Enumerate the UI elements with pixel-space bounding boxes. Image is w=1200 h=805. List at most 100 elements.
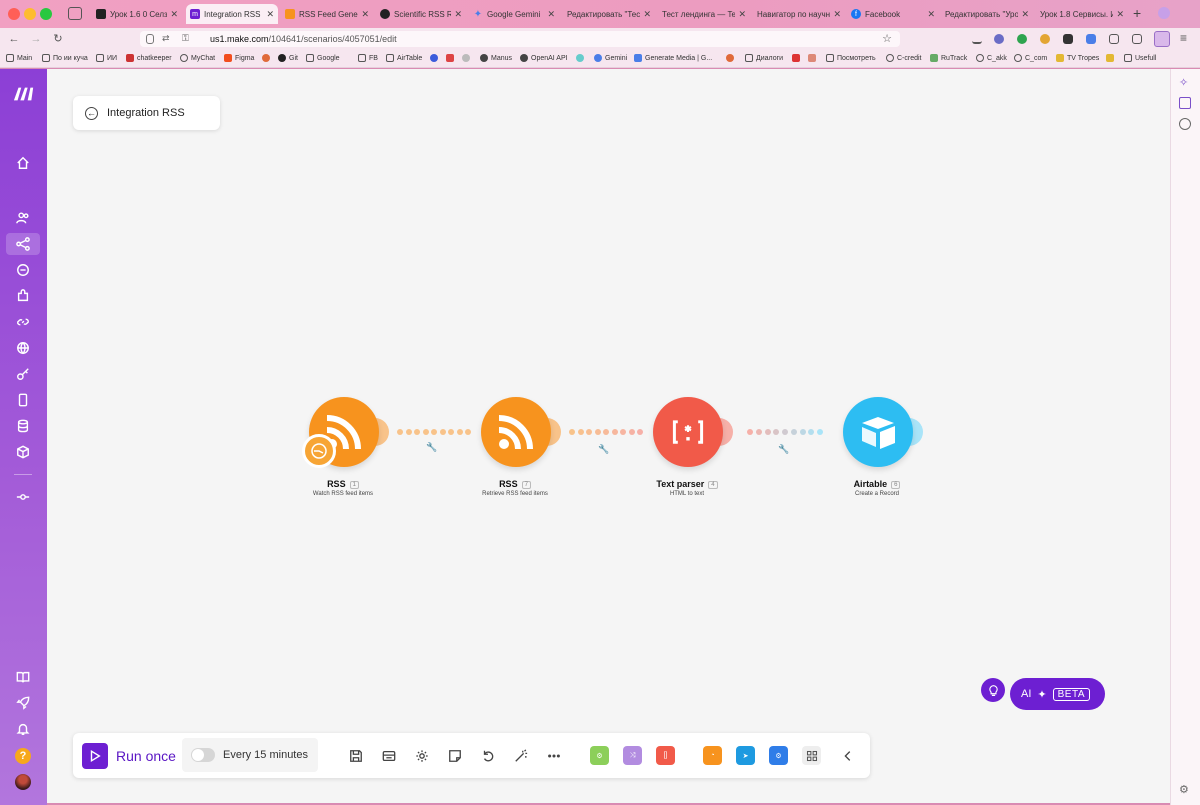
new-tab-button[interactable]: + xyxy=(1133,5,1141,21)
menu-icon[interactable]: ≡ xyxy=(1180,31,1187,45)
rss-module-icon[interactable]: ◔ xyxy=(703,746,722,765)
bookmark-star-icon[interactable]: ☆ xyxy=(882,32,892,45)
data-stores-icon[interactable] xyxy=(12,415,34,437)
bookmark-item[interactable]: Main xyxy=(6,54,32,62)
more-modules-grid-icon[interactable] xyxy=(802,746,821,765)
git-commit-icon[interactable] xyxy=(12,486,34,508)
browser-tab-5[interactable]: Редактировать "Тест ✕ xyxy=(563,4,655,24)
rss-icon[interactable] xyxy=(481,397,551,467)
forward-arrow-icon[interactable]: → xyxy=(28,31,44,47)
more-options-icon[interactable] xyxy=(545,747,562,764)
bookmark-item[interactable]: Generate Media | G... xyxy=(634,54,712,62)
reader-icon[interactable] xyxy=(1132,34,1142,44)
bookmark-item[interactable]: MyChat xyxy=(180,54,215,62)
browser-tab-2[interactable]: RSS Feed Generat✕ xyxy=(281,4,373,24)
close-tab-icon[interactable]: ✕ xyxy=(454,9,462,20)
browser-tab-4[interactable]: ✦ Google Gemini ✕ xyxy=(469,4,559,24)
minimize-window-button[interactable] xyxy=(24,8,36,20)
browser-tab-7[interactable]: Навигатор по научны ✕ xyxy=(753,4,845,24)
key-icon[interactable]: ⚿ xyxy=(182,33,189,44)
bookmarks-panel-icon[interactable] xyxy=(1179,97,1191,109)
save-icon[interactable] xyxy=(347,747,364,764)
bookmark-item[interactable]: OpenAI API xyxy=(520,54,568,62)
tips-lightbulb-button[interactable] xyxy=(981,678,1005,702)
gear-icon[interactable] xyxy=(413,747,430,764)
flow-control-module-icon[interactable]: ⤨ xyxy=(623,746,642,765)
keys-icon[interactable] xyxy=(12,363,34,385)
bookmark-item[interactable]: FB xyxy=(358,54,378,62)
avatar[interactable] xyxy=(12,771,34,793)
bookmark-item[interactable]: TV Tropes xyxy=(1056,54,1099,62)
bookmark-item[interactable]: ИИ xyxy=(96,54,117,62)
module-rss-watch[interactable]: RSS 1 Watch RSS feed items xyxy=(283,397,403,507)
history-clock-icon[interactable] xyxy=(1179,118,1191,130)
browser-tab-0[interactable]: Урок 1.6 0 Селз, с✕ xyxy=(92,4,182,24)
close-tab-icon[interactable]: ✕ xyxy=(266,9,274,20)
bookmark-item[interactable]: C_com xyxy=(1014,54,1047,62)
schedule-setting[interactable]: Every 15 minutes xyxy=(182,738,318,772)
bookmark-item[interactable]: Google xyxy=(306,54,340,62)
close-tab-icon[interactable]: ✕ xyxy=(170,9,178,20)
bookmark-item[interactable]: RuTrack xyxy=(930,54,967,62)
docs-book-icon[interactable] xyxy=(12,666,34,688)
settings-gear-icon[interactable]: ⚙ xyxy=(1179,783,1191,796)
ai-assistant-button[interactable]: AI ✦ BETA xyxy=(1010,678,1105,710)
make-logo-icon[interactable] xyxy=(12,83,36,105)
close-tab-icon[interactable]: ✕ xyxy=(643,9,651,20)
translate-extension-icon[interactable] xyxy=(1086,34,1096,44)
extension-icon[interactable] xyxy=(1063,34,1073,44)
back-to-scenarios-button[interactable]: ← Integration RSS xyxy=(73,96,220,130)
text-parser-module-icon[interactable]: [] xyxy=(656,746,675,765)
bookmark-item[interactable]: Gemini xyxy=(594,54,627,62)
scenario-settings-icon[interactable] xyxy=(380,747,397,764)
text-parser-icon[interactable] xyxy=(653,397,723,467)
shield-icon[interactable] xyxy=(146,34,154,44)
module-shortcut-icon[interactable]: ⚙ xyxy=(769,746,788,765)
schedule-clock-icon[interactable] xyxy=(302,434,336,468)
browser-tab-6[interactable]: Тест лендинга — Teor ✕ xyxy=(658,4,750,24)
close-tab-icon[interactable]: ✕ xyxy=(1116,9,1124,20)
airtable-icon[interactable] xyxy=(843,397,913,467)
bookmark-item[interactable]: Figma xyxy=(224,54,254,62)
module-rss-retrieve[interactable]: RSS 7 Retrieve RSS feed items xyxy=(455,397,575,507)
module-airtable[interactable]: Airtable 6 Create a Record xyxy=(817,397,937,507)
close-window-button[interactable] xyxy=(8,8,20,20)
module-text-parser[interactable]: Text parser 4 HTML to text xyxy=(627,397,747,507)
notes-icon[interactable] xyxy=(446,747,463,764)
reload-icon[interactable]: ↻ xyxy=(50,31,66,47)
help-icon[interactable]: ? xyxy=(12,745,34,767)
home-icon[interactable] xyxy=(12,152,34,174)
rocket-icon[interactable] xyxy=(12,692,34,714)
url-bar[interactable]: ⇄ ⚿ us1.make.com/104641/scenarios/405705… xyxy=(140,31,900,47)
evernote-extension-icon[interactable] xyxy=(1017,34,1027,44)
bookmark-item[interactable]: По ии куча xyxy=(42,54,88,62)
bookmark-item[interactable]: AirTable xyxy=(386,54,422,62)
maximize-window-button[interactable] xyxy=(40,8,52,20)
collapse-toolbar-chevron-left-icon[interactable] xyxy=(839,747,856,764)
notifications-bell-icon[interactable] xyxy=(12,718,34,740)
tools-module-icon[interactable]: ⚙ xyxy=(590,746,609,765)
extension-icon[interactable] xyxy=(1040,34,1050,44)
account-icon[interactable] xyxy=(994,34,1004,44)
back-arrow-icon[interactable]: ← xyxy=(6,31,22,47)
sidebar-toggle-icon[interactable] xyxy=(1154,31,1170,47)
data-structures-cube-icon[interactable] xyxy=(12,441,34,463)
browser-tab-10[interactable]: Урок 1.8 Сервисы. Ин ✕ xyxy=(1036,4,1128,24)
bookmark-item[interactable]: Git xyxy=(278,54,298,62)
close-tab-icon[interactable]: ✕ xyxy=(547,9,555,20)
bookmark-item[interactable]: Посмотреть xyxy=(826,54,876,62)
telegram-module-icon[interactable]: ➤ xyxy=(736,746,755,765)
scenarios-icon[interactable] xyxy=(6,233,40,255)
auto-align-wand-icon[interactable] xyxy=(512,747,529,764)
bookmark-item[interactable]: C-credit xyxy=(886,54,922,62)
tab-overview-icon[interactable] xyxy=(68,7,82,20)
team-icon[interactable] xyxy=(12,207,34,229)
filter-wrench-icon[interactable]: 🔧 xyxy=(598,444,609,455)
filter-wrench-icon[interactable]: 🔧 xyxy=(778,444,789,455)
close-tab-icon[interactable]: ✕ xyxy=(361,9,369,20)
browser-tab-8[interactable]: f Facebook ✕ xyxy=(847,4,939,24)
apps-puzzle-icon[interactable] xyxy=(12,285,34,307)
close-tab-icon[interactable]: ✕ xyxy=(833,9,841,20)
connections-link-icon[interactable] xyxy=(12,311,34,333)
scheduling-toggle[interactable] xyxy=(191,748,215,762)
